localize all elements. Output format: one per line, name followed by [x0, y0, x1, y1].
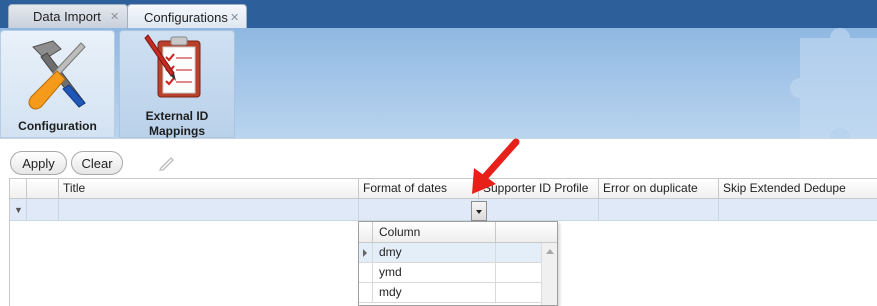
filter-icon: ▼: [14, 205, 23, 215]
clipboard-checklist-icon: [144, 34, 201, 98]
tab-data-import-label: Data Import: [33, 9, 101, 24]
dropdown-option-label: dmy: [379, 245, 402, 259]
column-header-supporter-id-profile[interactable]: Supporter ID Profile: [479, 179, 599, 199]
filter-cell-supporter-id-profile[interactable]: [479, 199, 599, 220]
filter-cell-title[interactable]: [59, 199, 359, 220]
ribbon: Configuration External ID Mappings: [0, 28, 877, 138]
configuration-button[interactable]: Configuration: [0, 30, 115, 138]
dropdown-column-header: Column: [373, 222, 496, 242]
grid-toolbar: Apply Clear: [0, 138, 877, 178]
format-of-dates-dropdown-button[interactable]: [471, 201, 487, 221]
tab-configurations[interactable]: Configurations ✕: [127, 4, 247, 29]
row-indicator-header: [10, 179, 27, 199]
configuration-label: Configuration: [18, 119, 97, 133]
apply-button[interactable]: Apply: [10, 151, 67, 175]
format-of-dates-dropdown-list: Column dmy ymd mdy: [358, 221, 558, 306]
expand-column-header: [27, 179, 59, 199]
close-icon[interactable]: ✕: [230, 11, 239, 24]
filter-cell-error-on-duplicate[interactable]: [599, 199, 719, 220]
column-header-format-of-dates[interactable]: Format of dates: [359, 179, 479, 199]
filter-indicator-cell: ▼: [10, 199, 27, 220]
puzzle-watermark-icon: [790, 28, 877, 138]
pencil-icon[interactable]: [158, 155, 176, 171]
filter-cell-expand: [27, 199, 59, 220]
current-row-arrow-icon: [363, 249, 367, 257]
clear-button[interactable]: Clear: [71, 151, 123, 175]
hammer-screwdriver-icon: [28, 40, 86, 110]
column-header-error-on-duplicate[interactable]: Error on duplicate: [599, 179, 719, 199]
column-header-title[interactable]: Title: [59, 179, 359, 199]
dropdown-header: Column: [359, 222, 557, 243]
dropdown-option-label: ymd: [379, 265, 402, 279]
tab-data-import[interactable]: Data Import ✕: [8, 4, 128, 28]
dropdown-option-label: mdy: [379, 285, 402, 299]
filter-cell-skip-extended-dedupe[interactable]: [719, 199, 877, 220]
column-header-skip-extended-dedupe[interactable]: Skip Extended Dedupe: [719, 179, 877, 199]
document-tab-strip: Data Import ✕ Configurations ✕: [0, 0, 877, 29]
close-icon[interactable]: ✕: [110, 10, 119, 23]
filter-cell-format-of-dates[interactable]: [359, 199, 479, 220]
dropdown-indicator-header: [359, 222, 373, 242]
dropdown-option-ymd[interactable]: ymd: [359, 263, 541, 283]
dropdown-scrollbar[interactable]: [541, 243, 557, 305]
dropdown-option-dmy[interactable]: dmy: [359, 243, 541, 263]
grid-header-row: Title Format of dates Supporter ID Profi…: [10, 178, 877, 199]
dropdown-option-mdy[interactable]: mdy: [359, 283, 541, 303]
tab-configurations-label: Configurations: [144, 9, 228, 25]
grid-filter-row: ▼: [10, 199, 877, 221]
external-id-mappings-label: External ID Mappings: [145, 109, 209, 138]
external-id-mappings-button[interactable]: External ID Mappings: [119, 30, 235, 138]
